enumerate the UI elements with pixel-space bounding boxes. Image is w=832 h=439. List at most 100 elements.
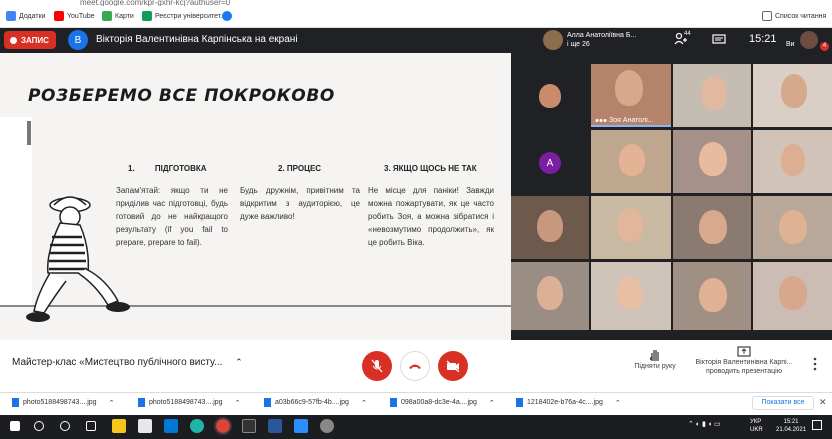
- bookmark-apps[interactable]: Додатки: [6, 9, 46, 23]
- reading-list[interactable]: Список читання: [762, 9, 826, 23]
- participant-photo: [537, 276, 563, 310]
- show-all-downloads-button[interactable]: Показати все: [752, 396, 814, 410]
- participant-photo: [539, 84, 561, 108]
- participant-photo: [781, 144, 805, 176]
- participant-tile[interactable]: [753, 196, 832, 259]
- language-indicator[interactable]: УКР UKR: [750, 418, 763, 434]
- participant-photo: [779, 210, 807, 244]
- download-item[interactable]: photo5188498743....jpg ⌃: [138, 398, 240, 407]
- sitting-girl-illustration: [26, 196, 130, 322]
- address-bar[interactable]: meet.google.com/kpr-gxhr-kcj?authuser=0: [0, 0, 832, 6]
- image-file-icon: [390, 398, 397, 407]
- participant-tile[interactable]: [591, 130, 671, 193]
- participant-avatar: [543, 30, 563, 50]
- camera-toggle-button[interactable]: [438, 351, 468, 381]
- presentation-slide: РОЗБЕРЕМО ВСЕ ПОКРОКОВО 1. ПІДГОТОВКА 2.…: [0, 53, 511, 340]
- participants-count: 44: [684, 31, 691, 37]
- participant-photo: [699, 142, 727, 176]
- chevron-up-icon: ⌃: [234, 399, 241, 407]
- settings-gear-icon[interactable]: [320, 419, 334, 433]
- chevron-up-icon: ⌃: [235, 357, 243, 367]
- participant-tile[interactable]: [511, 262, 589, 330]
- bookmark-facebook[interactable]: [222, 9, 232, 23]
- zoom-icon[interactable]: [294, 419, 308, 433]
- participant-tile[interactable]: [673, 196, 751, 259]
- participant-tile[interactable]: [591, 262, 671, 330]
- participant-tile[interactable]: [753, 64, 832, 127]
- app-icon[interactable]: [242, 419, 256, 433]
- active-speaker-tile[interactable]: Зоя Анатолі...: [591, 64, 671, 127]
- participant-summary[interactable]: Алла Анатоліївна Б... і ще 26: [567, 31, 636, 49]
- windows-start-icon[interactable]: [10, 421, 20, 431]
- download-item[interactable]: a03b66c9-57fb-4b....jpg ⌃: [264, 398, 367, 407]
- word-icon[interactable]: [268, 419, 282, 433]
- reading-list-icon: [762, 11, 772, 21]
- step-3-heading: 3. ЯКЩО ЩОСЬ НЕ ТАК: [384, 164, 477, 173]
- self-avatar[interactable]: [800, 31, 818, 49]
- more-options-button[interactable]: [812, 357, 818, 371]
- step-2-body: Будь дружнім, привітним та відкритим з а…: [240, 186, 360, 221]
- bookmark-youtube[interactable]: YouTube: [54, 9, 95, 23]
- raise-hand-button[interactable]: Підняти руку: [630, 348, 680, 371]
- meeting-title[interactable]: Майстер-клас «Мистецтво публічного висту…: [12, 357, 243, 368]
- chevron-up-icon: ⌃: [108, 399, 115, 407]
- leave-call-button[interactable]: [400, 351, 430, 381]
- participant-photo: [701, 76, 727, 110]
- presentation-button[interactable]: Вікторія Валентинівна Карпі... проводить…: [690, 346, 798, 376]
- mic-off-icon: [371, 359, 383, 373]
- participant-tile[interactable]: [591, 196, 671, 259]
- participant-tile[interactable]: [673, 130, 751, 193]
- download-item[interactable]: 1218402e-b76a-4c....jpg ⌃: [516, 398, 621, 407]
- facebook-icon: [222, 11, 232, 21]
- mail-icon[interactable]: [164, 419, 178, 433]
- participants-grid: Зоя Анатолі... А: [511, 53, 832, 340]
- download-item[interactable]: 098a00a8-dc3e-4a....jpg ⌃: [390, 398, 495, 407]
- participant-photo: [779, 276, 807, 310]
- maps-pin-icon: [102, 11, 112, 21]
- file-explorer-icon[interactable]: [112, 419, 126, 433]
- active-speaker-bar: [591, 125, 671, 127]
- chat-icon: [712, 34, 726, 44]
- participant-photo: [617, 276, 643, 310]
- close-icon[interactable]: ✕: [819, 397, 827, 408]
- bookmark-maps[interactable]: Карти: [102, 9, 134, 23]
- search-icon[interactable]: [34, 421, 44, 431]
- image-file-icon: [12, 398, 19, 407]
- participant-initial-avatar: А: [539, 152, 561, 174]
- participant-photo: [615, 70, 643, 106]
- chevron-up-icon: ⌃: [488, 399, 495, 407]
- task-view-icon[interactable]: [86, 421, 96, 431]
- chevron-up-icon: ⌃: [614, 399, 621, 407]
- apps-grid-icon: [6, 11, 16, 21]
- slide-title: РОЗБЕРЕМО ВСЕ ПОКРОКОВО: [28, 86, 335, 106]
- mic-toggle-button[interactable]: [362, 351, 392, 381]
- edge-icon[interactable]: [190, 419, 204, 433]
- participant-tile[interactable]: [673, 64, 751, 127]
- recording-badge[interactable]: ЗАПИС: [4, 31, 56, 49]
- participant-photo: [619, 144, 645, 176]
- store-icon[interactable]: [138, 419, 152, 433]
- notifications-icon[interactable]: [812, 420, 822, 430]
- cortana-icon[interactable]: [60, 421, 70, 431]
- chevron-up-icon: ⌃: [360, 399, 367, 407]
- participant-tile[interactable]: [753, 262, 832, 330]
- hand-icon: [650, 350, 659, 361]
- participant-tile[interactable]: [753, 130, 832, 193]
- presenting-status: Вікторія Валентинівна Карпінська на екра…: [96, 34, 298, 45]
- participant-tile[interactable]: А: [511, 130, 589, 193]
- record-dot-icon: [10, 36, 17, 44]
- participant-tile[interactable]: [511, 64, 589, 127]
- notification-badge: 4: [820, 42, 829, 51]
- chrome-icon[interactable]: [214, 417, 232, 435]
- camera-off-icon: [446, 360, 460, 372]
- participant-tile[interactable]: [511, 196, 589, 259]
- participant-tile[interactable]: [673, 262, 751, 330]
- slide-marker: [27, 121, 31, 145]
- system-clock[interactable]: 15:21 21.04.2021: [776, 418, 806, 434]
- step-3-body: Не місце для паніки! Завжди можна пожарт…: [368, 186, 494, 247]
- download-item[interactable]: photo5188498743....jpg ⌃: [12, 398, 114, 407]
- system-tray-icons[interactable]: ⌃ ◐ ▮ ◖ ▭: [688, 420, 721, 428]
- bookmark-registry[interactable]: Реєстри університет...: [142, 9, 226, 23]
- presenter-avatar: В: [68, 30, 88, 50]
- chat-button[interactable]: [712, 33, 726, 45]
